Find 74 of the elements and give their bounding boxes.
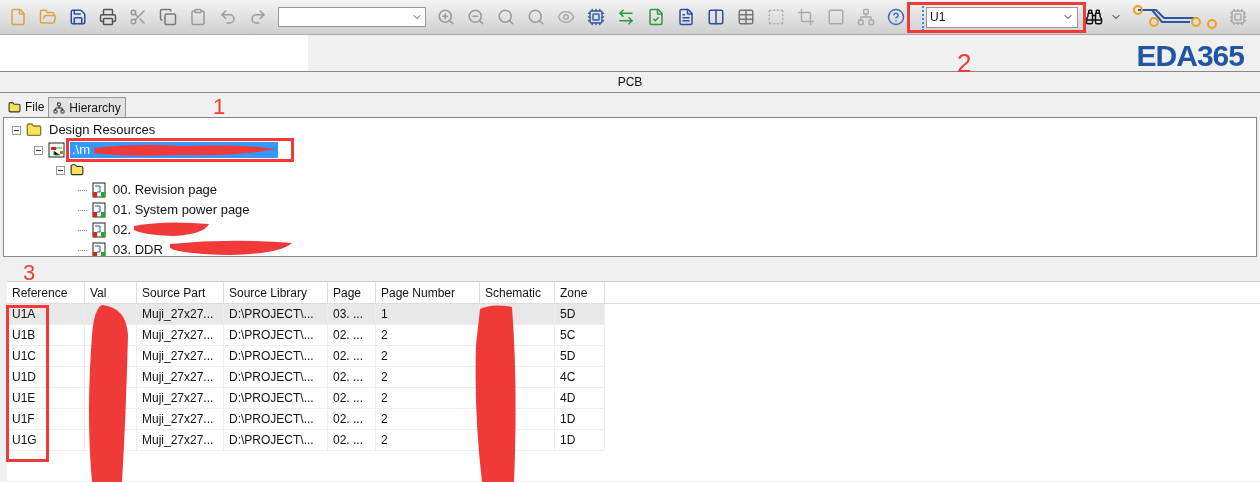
table-cell-text: U1F	[12, 411, 35, 428]
column-header[interactable]: Source Library	[224, 282, 328, 303]
table-cell-text: 1D	[560, 432, 576, 449]
collapse-icon[interactable]	[34, 145, 43, 155]
table-cell-text: Muji_27x27...	[142, 348, 214, 365]
table-cell-text: D:\PROJECT\...	[229, 432, 314, 449]
folder-icon	[70, 163, 84, 177]
schematic-page-icon	[92, 222, 106, 238]
column-header[interactable]: Source Part	[137, 282, 224, 303]
hierarchy-icon	[53, 101, 66, 114]
table-cell-text: 03. ...	[333, 306, 364, 323]
table-cell-text: 2	[381, 390, 388, 407]
column-header[interactable]: Schematic	[480, 282, 555, 303]
folder-icon	[26, 122, 42, 138]
table-cell-text: Muji_27x27...	[142, 390, 214, 407]
table-cell-text: Muji_27x27...	[142, 432, 214, 449]
tree-item[interactable]: 02.	[111, 222, 134, 238]
column-header[interactable]: Reference	[7, 282, 85, 303]
tree-item[interactable]: Design Resources	[47, 122, 158, 138]
dropdown-field[interactable]	[278, 7, 426, 27]
table-cell-text: U1D	[12, 369, 36, 386]
table-cell-text: Muji_27x27...	[142, 411, 214, 428]
table-cell-text: D:\PROJECT\...	[229, 390, 314, 407]
table-cell-text: U1G	[12, 432, 37, 449]
table-cell-text: 1D	[560, 411, 576, 428]
table-cell-text: 2	[381, 432, 388, 449]
annotation-number: 1	[213, 98, 226, 115]
tree-item[interactable]: 03. DDR	[111, 242, 165, 256]
table-cell-text: 1	[381, 306, 388, 323]
table-cell-text: 5C	[560, 327, 576, 344]
panel-title: PCB	[617, 74, 643, 91]
table-cell-text: 02. ...	[333, 348, 364, 365]
table-cell-text: D:\PROJECT\...	[229, 369, 314, 386]
schematic-page-icon	[92, 182, 106, 198]
collapse-icon[interactable]	[12, 125, 21, 135]
column-header[interactable]: Page	[328, 282, 376, 303]
table-cell-text: U1C	[12, 348, 36, 365]
table-cell-text: 2	[381, 369, 388, 386]
column-header[interactable]: Page Number	[376, 282, 480, 303]
table-cell-text: 5D	[560, 306, 576, 323]
annotation-number: 2	[957, 50, 972, 76]
table-cell-text: 02. ...	[333, 369, 364, 386]
table-cell-text: 2	[381, 327, 388, 344]
table-cell-text: D:\PROJECT\...	[229, 348, 314, 365]
table-cell-text: Muji_27x27...	[142, 306, 214, 323]
table-cell-text: D:\PROJECT\...	[229, 411, 314, 428]
table-cell-text: 02. ...	[333, 432, 364, 449]
table-cell-text: 02. ...	[333, 411, 364, 428]
annotation-number: 3	[23, 264, 36, 281]
folder-icon	[8, 100, 21, 114]
table-cell-text: 5D	[560, 348, 576, 365]
collapse-icon[interactable]	[56, 165, 65, 175]
table-cell-text: U1B	[12, 327, 36, 344]
schematic-page-icon	[92, 202, 106, 218]
tab[interactable]: Hierarchy	[48, 97, 126, 117]
column-header[interactable]: Zone	[555, 282, 605, 303]
table-cell-text: 02. ...	[333, 327, 364, 344]
table-cell-text: D:\PROJECT\...	[229, 306, 314, 323]
table-cell-text: 4D	[560, 390, 576, 407]
table-cell-text: 4C	[560, 369, 576, 386]
part-search-field[interactable]: U1	[926, 6, 1078, 28]
column-header[interactable]: Val	[85, 282, 137, 303]
table-cell-text: Muji_27x27...	[142, 327, 214, 344]
table-cell-text: 02. ...	[333, 390, 364, 407]
design-icon	[48, 142, 65, 158]
table-cell-text: 2	[381, 411, 388, 428]
table-cell-text: Muji_27x27...	[142, 369, 214, 386]
tree-item[interactable]: 01. System power page	[111, 202, 252, 218]
tree-item[interactable]: 00. Revision page	[111, 182, 220, 198]
table-cell-text: D:\PROJECT\...	[229, 327, 314, 344]
table-cell-text: 2	[381, 348, 388, 365]
table-cell-text: U1E	[12, 390, 36, 407]
logo: EDA365	[1136, 41, 1244, 71]
table-cell-text: U1A	[12, 306, 36, 323]
